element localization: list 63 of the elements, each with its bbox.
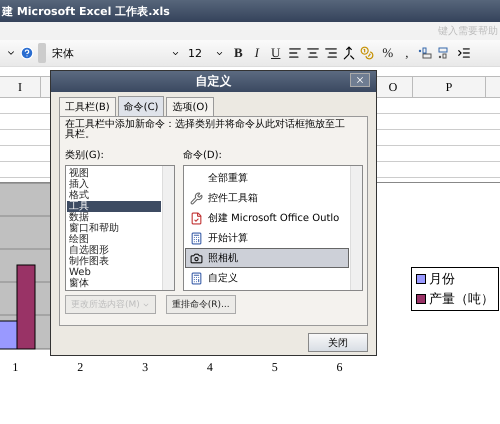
command-item[interactable]: 开始计算 [185, 228, 349, 248]
axis-label: 3 [141, 360, 150, 375]
category-item[interactable]: Web [67, 267, 161, 278]
align-center-icon[interactable] [306, 46, 320, 60]
categories-label: 类别(G): [65, 150, 104, 161]
help-icon[interactable] [20, 46, 34, 60]
category-item[interactable]: 视图 [67, 168, 161, 179]
command-item[interactable]: 创建 Microsoft Office Outlo [185, 208, 349, 228]
category-item[interactable]: 格式 [67, 190, 161, 201]
command-item[interactable]: 照相机 [185, 248, 349, 268]
category-item[interactable]: 窗体 [67, 278, 161, 289]
category-item[interactable]: 插入 [67, 179, 161, 190]
checklist-icon [190, 212, 202, 224]
scrollbar[interactable] [350, 166, 362, 290]
camera-icon [190, 252, 202, 264]
toolbar-grip[interactable] [38, 43, 46, 63]
comma-button[interactable]: , [401, 45, 412, 61]
command-item[interactable]: 全部重算 [185, 168, 349, 188]
categories-list[interactable]: 视图 插入 格式 工具 数据 窗口和帮助 绘图 自选图形 制作图表 Web 窗体 [65, 165, 175, 291]
dialog-title: 自定义 [196, 73, 232, 90]
calculator-icon [190, 272, 202, 284]
category-item[interactable]: 数据 [67, 212, 161, 223]
align-left-icon[interactable] [288, 46, 302, 60]
category-item[interactable]: 制作图表 [67, 256, 161, 267]
commands-list[interactable]: 全部重算 控件工具箱 创建 Microsoft Office Outlo 开始计算 照相机 自定义 [183, 165, 363, 291]
close-icon [355, 75, 365, 85]
window-title: 建 Microsoft Excel 工作表.xls [2, 4, 170, 18]
command-item[interactable]: 控件工具箱 [185, 188, 349, 208]
instruction-text: 在工具栏中添加新命令：选择类别并将命令从此对话框拖放至工具栏。 [65, 120, 345, 140]
percent-button[interactable]: % [378, 45, 398, 61]
axis-label: 4 [206, 360, 214, 375]
rearrange-commands-button[interactable]: 重排命令(R)... [166, 295, 236, 314]
scrollbar[interactable] [162, 166, 174, 290]
category-item[interactable]: 工具 [67, 201, 161, 212]
axis-label: 1 [11, 360, 20, 375]
tab[interactable]: 工具栏(B) [59, 97, 116, 116]
command-item[interactable]: 自定义 [185, 268, 349, 288]
tab[interactable]: 命令(C) [118, 96, 164, 116]
close-button[interactable] [350, 73, 370, 87]
legend-label: 月份 [429, 271, 455, 288]
italic-button[interactable]: I [250, 45, 264, 61]
tab[interactable]: 选项(O) [166, 97, 214, 116]
column-header[interactable]: P [413, 77, 486, 97]
font-combo[interactable]: 宋体 [50, 44, 182, 62]
underline-button[interactable]: U [267, 45, 284, 61]
close-dialog-button[interactable]: 关闭 [308, 333, 368, 352]
size-combo[interactable]: 12 [186, 44, 226, 62]
category-item[interactable]: 绘图 [67, 234, 161, 245]
calculator-icon [190, 232, 202, 244]
category-item[interactable]: 自选图形 [67, 245, 161, 256]
indent-icon[interactable] [456, 46, 470, 60]
column-header[interactable]: I [0, 77, 41, 97]
align-right-icon[interactable] [324, 46, 338, 60]
commands-label: 命令(D): [183, 150, 222, 161]
merge-icon[interactable] [342, 46, 356, 60]
wrench-icon [190, 192, 202, 204]
increase-decimal-icon[interactable] [416, 46, 432, 60]
axis-label: 2 [76, 360, 84, 375]
axis-label: 6 [336, 360, 344, 375]
category-item[interactable]: 窗口和帮助 [67, 223, 161, 234]
axis-label: 5 [270, 360, 279, 375]
legend-label: 产量（吨） [429, 291, 494, 308]
bold-button[interactable]: B [230, 45, 247, 61]
